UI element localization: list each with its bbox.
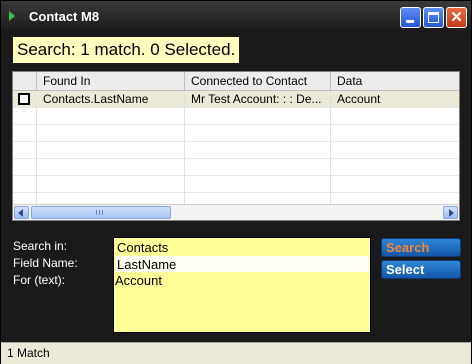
field-name-label: Field Name:	[13, 256, 78, 270]
minimize-button[interactable]	[400, 7, 421, 28]
for-text-label: For (text):	[13, 273, 66, 287]
empty-row	[13, 176, 459, 193]
header-data[interactable]: Data	[331, 72, 459, 90]
arrow-right-icon	[449, 209, 454, 217]
select-button[interactable]: Select	[381, 260, 461, 279]
empty-row	[13, 108, 459, 125]
grip-icon	[96, 210, 103, 215]
horizontal-scrollbar[interactable]	[13, 204, 459, 220]
minimize-icon	[406, 20, 414, 23]
scroll-right-button[interactable]	[443, 206, 458, 219]
arrow-left-icon	[18, 209, 23, 217]
search-criteria-box[interactable]: Contacts LastName Account	[113, 237, 371, 333]
for-text-input[interactable]: Account	[115, 273, 162, 288]
close-button[interactable]: ✕	[446, 7, 467, 28]
table-row[interactable]: Contacts.LastName Mr Test Account: : : D…	[13, 91, 459, 108]
scroll-thumb[interactable]	[31, 206, 171, 219]
cell-found-in: Contacts.LastName	[37, 91, 185, 108]
empty-row	[13, 125, 459, 142]
empty-row	[13, 159, 459, 176]
status-bar: 1 Match	[1, 342, 471, 364]
app-arrow-icon	[9, 11, 15, 21]
scroll-left-button[interactable]	[14, 206, 29, 219]
header-connected-to-contact[interactable]: Connected to Contact	[185, 72, 331, 90]
field-name-value[interactable]: LastName	[117, 257, 176, 272]
search-in-value[interactable]: Contacts	[117, 240, 168, 255]
close-icon: ✕	[450, 9, 463, 26]
empty-row	[13, 142, 459, 159]
row-checkbox[interactable]	[18, 93, 30, 105]
status-text: 1 Match	[7, 346, 50, 360]
search-status-banner: Search: 1 match. 0 Selected.	[13, 37, 240, 63]
header-checkbox-column[interactable]	[13, 72, 37, 90]
app-window: Contact M8 ✕ Search: 1 match. 0 Selected…	[0, 0, 472, 364]
window-title: Contact M8	[29, 9, 100, 24]
maximize-icon	[428, 12, 439, 23]
cell-data: Account	[337, 92, 381, 106]
grid-header: Found In Connected to Contact Data	[13, 72, 459, 91]
maximize-button[interactable]	[423, 7, 444, 28]
header-found-in[interactable]: Found In	[37, 72, 185, 90]
cell-connected-to-contact: Mr Test Account: : : De...	[185, 91, 331, 108]
results-grid: Found In Connected to Contact Data Conta…	[12, 71, 460, 221]
title-bar[interactable]: Contact M8 ✕	[1, 1, 471, 34]
search-button[interactable]: Search	[381, 238, 461, 257]
search-in-label: Search in:	[13, 239, 68, 253]
